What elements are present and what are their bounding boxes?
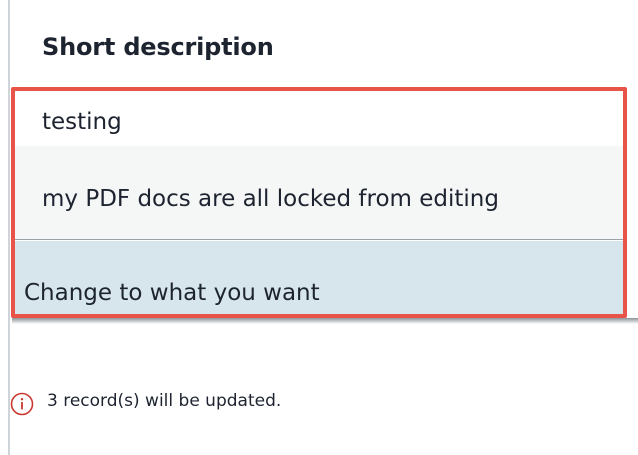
highlighted-cell-group: testing my PDF docs are all locked from … [11, 87, 627, 318]
multi-edit-panel: Short description testing my PDF docs ar… [0, 0, 638, 455]
info-icon [10, 392, 34, 416]
table-bottom-shadow [12, 318, 638, 324]
panel-divider [8, 0, 10, 455]
update-status: 3 record(s) will be updated. [10, 391, 282, 416]
short-description-cell-2[interactable]: my PDF docs are all locked from editing [15, 146, 623, 240]
column-header-short-description: Short description [42, 33, 274, 61]
short-description-edit-field[interactable]: Change to what you want [15, 241, 623, 314]
short-description-cell-1[interactable]: testing [15, 91, 623, 146]
update-status-text: 3 record(s) will be updated. [47, 391, 282, 411]
